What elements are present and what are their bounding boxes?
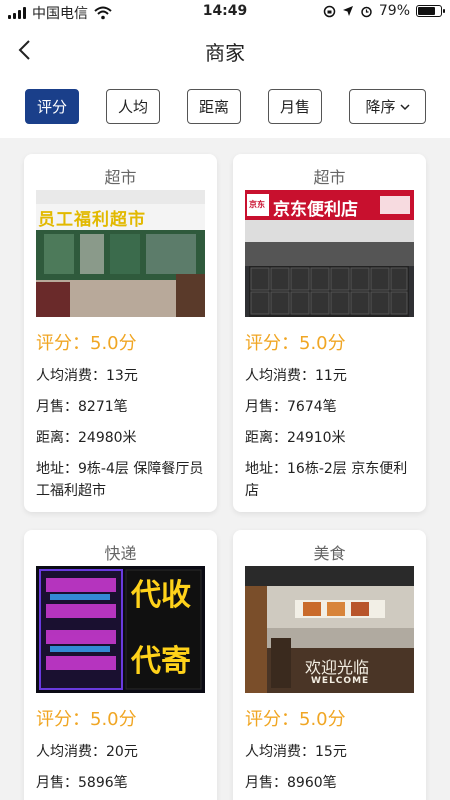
merchant-card[interactable]: 美食 欢迎光临 WELCOME 评分：5.0分 人均消费：15元 月售：8960… [233,530,426,800]
store-sign-text: 员工福利超市 [38,210,146,230]
merchant-rating: 评分：5.0分 [245,333,346,354]
merchant-category: 美食 [313,544,346,563]
merchant-grid: 超市 员工福利超市 评分：5.0分 人均消费：13元 月售：8271笔 距离：2… [0,138,450,800]
merchant-avg-price: 人均消费：13元 [36,368,138,384]
merchant-rating: 评分：5.0分 [36,333,137,354]
merchant-card[interactable]: 超市 京东 京东便利店 评分：5.0分 人均消费：11元 月售：7674笔 距离… [233,154,426,512]
merchant-address: 地址：16栋-2层 京东便利店 [245,461,408,499]
merchant-rating: 评分：5.0分 [245,709,346,730]
merchant-card[interactable]: 超市 员工福利超市 评分：5.0分 人均消费：13元 月售：8271笔 距离：2… [24,154,217,512]
location-icon [342,6,353,16]
alarm-icon [361,6,372,17]
filter-avg-price-button[interactable]: 人均 [106,89,160,124]
filter-distance-label: 距离 [198,98,229,116]
battery-icon [416,5,445,17]
status-bar: 中国电信 14:49 79% [0,0,450,24]
merchant-monthly-sales: 月售：8271笔 [36,399,128,415]
merchant-address: 地址：9栋-4层 保障餐厅员工福利超市 [36,461,204,499]
chevron-down-icon [399,103,410,110]
filter-monthly-sales-button[interactable]: 月售 [268,89,322,124]
merchant-monthly-sales: 月售：8960笔 [245,775,337,791]
rotation-lock-icon [323,5,336,17]
merchant-monthly-sales: 月售：5896笔 [36,775,128,791]
merchant-monthly-sales: 月售：7674笔 [245,399,337,415]
merchant-category: 超市 [313,168,346,187]
filter-monthly-sales-label: 月售 [279,98,310,116]
nav-bar: 商家 [0,24,450,76]
filter-rating-button[interactable]: 评分 [25,89,79,124]
merchant-rating: 评分：5.0分 [36,709,137,730]
battery-percent: 79% [378,3,410,19]
store-sign-text: 欢迎光临 [305,658,370,677]
merchant-photo: 员工福利超市 [36,190,205,317]
page-title: 商家 [205,41,245,65]
filter-bar: 评分 人均 距离 月售 降序 [0,76,450,138]
store-sign-text: 代寄 [131,644,191,679]
filter-avg-price-label: 人均 [117,98,148,116]
merchant-photo: 京东 京东便利店 [245,190,414,317]
store-logo-text: 京东 [249,200,265,209]
merchant-distance: 距离：24910米 [245,430,346,446]
merchant-card[interactable]: 快递 代收 代寄 评分：5.0分 人均消费：20元 月售：5896笔 [24,530,217,800]
store-sign-text: 京东便利店 [273,200,358,220]
merchant-avg-price: 人均消费：15元 [245,744,347,760]
filter-rating-label: 评分 [36,98,67,116]
store-sign-en-text: WELCOME [311,676,370,686]
sort-order-dropdown[interactable]: 降序 [349,89,426,124]
store-sign-text: 代收 [131,578,191,613]
sort-order-label: 降序 [365,98,396,116]
merchant-photo: 欢迎光临 WELCOME [245,566,414,693]
merchant-avg-price: 人均消费：11元 [245,368,347,384]
merchant-photo: 代收 代寄 [36,566,205,693]
filter-distance-button[interactable]: 距离 [187,89,241,124]
merchant-avg-price: 人均消费：20元 [36,744,138,760]
merchant-category: 快递 [104,544,137,563]
merchant-category: 超市 [104,168,137,187]
merchant-distance: 距离：24980米 [36,430,137,446]
